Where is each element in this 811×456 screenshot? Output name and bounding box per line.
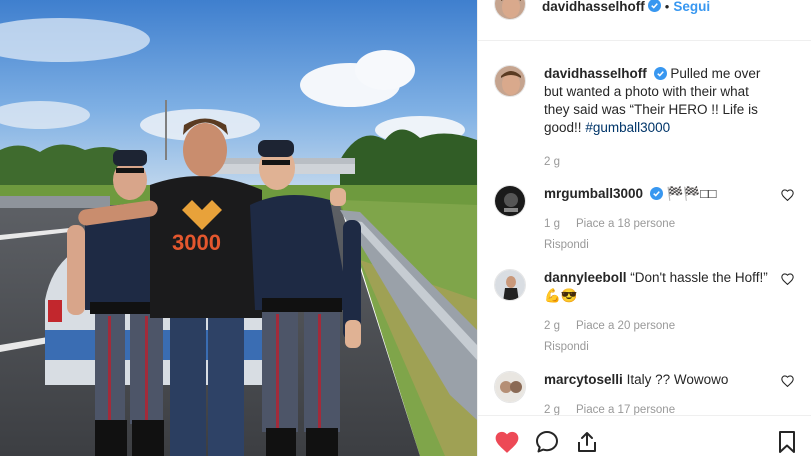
comment-item: dannyleeboll “Don't hassle the Hoff!” 💪😎… <box>494 269 794 356</box>
heart-outline-icon[interactable] <box>781 273 794 285</box>
comment-likes[interactable]: Piace a 17 persone <box>576 401 675 415</box>
comment-username[interactable]: marcytoselli <box>544 372 623 387</box>
follow-button[interactable]: Segui <box>673 0 710 14</box>
comment-item: mrgumball3000 🏁🏁□□ 1 g Piace a 18 person… <box>494 185 794 254</box>
caption: davidhasselhoff Pulled me over but wante… <box>494 65 794 171</box>
reply-button[interactable]: Rispondi <box>544 236 774 254</box>
action-bar <box>478 415 811 456</box>
heart-outline-icon[interactable] <box>781 189 794 201</box>
comment-username[interactable]: dannyleeboll <box>544 270 627 285</box>
comment-item: marcytoselli Italy ?? Wowowo 2 g Piace a… <box>494 371 794 415</box>
caption-time[interactable]: 2 g <box>544 153 560 171</box>
heart-outline-icon[interactable] <box>781 375 794 387</box>
caption-username[interactable]: davidhasselhoff <box>544 66 647 81</box>
comment-time[interactable]: 2 g <box>544 317 560 335</box>
post-photo[interactable]: 3000 <box>0 0 477 456</box>
commenter-avatar[interactable] <box>494 371 526 403</box>
comment-likes[interactable]: Piace a 20 persone <box>576 317 675 335</box>
comment-icon[interactable] <box>534 430 560 454</box>
verified-icon <box>647 0 661 12</box>
commenter-avatar[interactable] <box>494 269 526 301</box>
share-icon[interactable] <box>574 430 600 454</box>
comments-list[interactable]: davidhasselhoff Pulled me over but wante… <box>478 40 811 415</box>
post-side-panel: davidhasselhoff • Segui davidhasselhoff … <box>477 0 811 456</box>
comment-meta: 2 g Piace a 17 persone <box>544 401 774 415</box>
caption-meta: 2 g <box>544 153 774 171</box>
header-separator: • <box>664 0 670 14</box>
verified-icon <box>649 187 663 200</box>
comment-time[interactable]: 1 g <box>544 215 560 233</box>
heart-filled-icon[interactable] <box>494 430 520 454</box>
comment-meta: 1 g Piace a 18 persone <box>544 215 774 233</box>
reply-button[interactable]: Rispondi <box>544 338 774 356</box>
shirt-text: 3000 <box>172 230 221 255</box>
author-username[interactable]: davidhasselhoff <box>542 0 645 14</box>
photo-scene: 3000 <box>0 0 477 456</box>
caption-avatar[interactable] <box>494 65 526 97</box>
comment-text: 🏁🏁□□ <box>666 186 717 201</box>
bookmark-icon[interactable] <box>774 430 800 454</box>
comment-meta: 2 g Piace a 20 persone <box>544 317 774 335</box>
comment-text: Italy ?? Wowowo <box>626 372 729 387</box>
comment-time[interactable]: 2 g <box>544 401 560 415</box>
verified-icon <box>653 67 667 80</box>
comment-username[interactable]: mrgumball3000 <box>544 186 643 201</box>
commenter-avatar[interactable] <box>494 185 526 217</box>
caption-hashtag[interactable]: #gumball3000 <box>585 120 670 135</box>
author-avatar[interactable] <box>494 0 526 20</box>
comment-likes[interactable]: Piace a 18 persone <box>576 215 675 233</box>
post-header: davidhasselhoff • Segui <box>478 0 811 40</box>
